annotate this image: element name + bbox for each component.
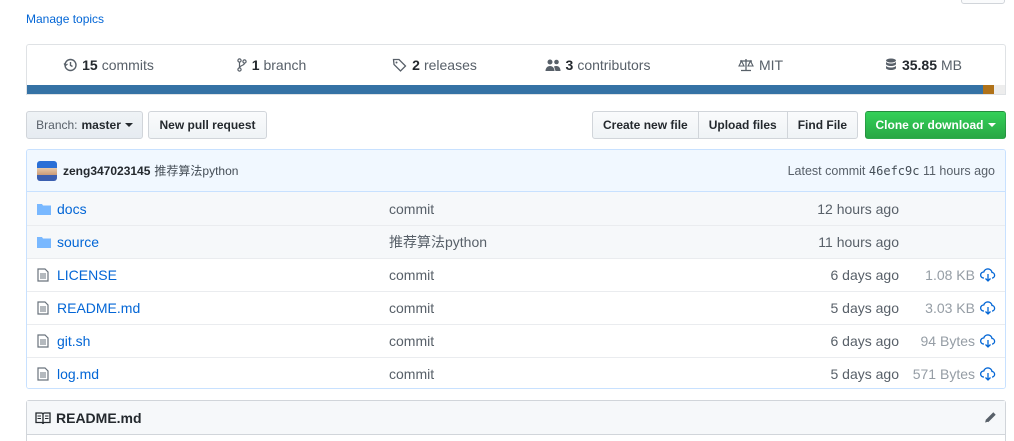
file-size: 94 Bytes bbox=[920, 333, 975, 349]
branch-select-value: master bbox=[81, 118, 121, 132]
create-new-file-button[interactable]: Create new file bbox=[592, 111, 699, 139]
language-segment[interactable] bbox=[982, 85, 995, 94]
file-navigation: Branch: master New pull request Create n… bbox=[26, 111, 1006, 139]
database-icon bbox=[885, 58, 897, 72]
commits-summary[interactable]: 15 commits bbox=[27, 57, 190, 73]
file-row[interactable]: docs commit 12 hours ago bbox=[27, 192, 1005, 225]
file-icon bbox=[37, 268, 51, 282]
commit-sha-link[interactable]: 46efc9c bbox=[869, 164, 920, 178]
readme-title: README.md bbox=[56, 409, 142, 426]
file-size: 3.03 KB bbox=[925, 300, 975, 316]
file-actions-group: Create new file Upload files Find File bbox=[592, 111, 859, 139]
file-age: 11 hours ago bbox=[818, 234, 899, 250]
branch-select-button[interactable]: Branch: master bbox=[26, 111, 143, 139]
commits-count: 15 bbox=[82, 57, 98, 73]
branches-label: branch bbox=[263, 57, 307, 73]
file-icon bbox=[37, 367, 51, 381]
file-name-link[interactable]: source bbox=[57, 234, 99, 250]
file-size: 1.08 KB bbox=[925, 267, 975, 283]
file-row[interactable]: LICENSE commit 6 days ago 1.08 KB bbox=[27, 258, 1005, 291]
contributors-count: 3 bbox=[565, 57, 574, 73]
file-age: 6 days ago bbox=[830, 267, 900, 283]
releases-label: releases bbox=[423, 57, 477, 73]
caret-down-icon bbox=[987, 123, 996, 127]
readme-header: README.md bbox=[27, 401, 1005, 435]
people-icon bbox=[545, 58, 561, 72]
file-list: docs commit 12 hours ago source 推荐算法python 11… bbox=[27, 192, 1005, 388]
file-age: 12 hours ago bbox=[817, 200, 899, 217]
repo-size-unit: MB bbox=[941, 57, 963, 73]
file-size: 571 Bytes bbox=[912, 366, 975, 382]
branches-count: 1 bbox=[251, 57, 260, 73]
releases-summary[interactable]: 2 releases bbox=[353, 57, 516, 73]
manage-topics-link[interactable]: Manage topics bbox=[26, 12, 104, 26]
contributors-summary[interactable]: 3 contributors bbox=[516, 57, 679, 73]
contributors-label: contributors bbox=[577, 57, 651, 73]
repo-size-summary: 35.85 MB bbox=[842, 57, 1005, 73]
book-icon bbox=[35, 411, 51, 425]
file-row[interactable]: log.md commit 5 days ago 571 Bytes bbox=[27, 357, 1005, 388]
file-row[interactable]: source 推荐算法python 11 hours ago bbox=[27, 225, 1005, 258]
download-icon[interactable] bbox=[980, 334, 996, 348]
file-commit-message-link[interactable]: commit bbox=[389, 366, 434, 382]
download-icon[interactable] bbox=[980, 268, 996, 282]
caret-down-icon bbox=[124, 123, 133, 127]
folder-icon bbox=[37, 236, 51, 248]
tag-icon bbox=[392, 58, 407, 72]
file-name-link[interactable]: docs bbox=[57, 201, 87, 217]
download-icon[interactable] bbox=[980, 301, 996, 315]
file-commit-message-link[interactable]: commit bbox=[389, 333, 434, 349]
clone-or-download-button[interactable]: Clone or download bbox=[865, 111, 1006, 139]
law-icon bbox=[738, 58, 754, 72]
file-commit-message-link[interactable]: commit bbox=[389, 300, 434, 316]
latest-commit-prefix: Latest commit bbox=[787, 163, 866, 178]
language-bar[interactable] bbox=[27, 85, 1005, 94]
branch-icon bbox=[236, 58, 247, 72]
file-commit-message-link[interactable]: commit bbox=[389, 201, 434, 217]
repo-size-value: 35.85 bbox=[901, 57, 938, 73]
branches-summary[interactable]: 1 branch bbox=[190, 57, 353, 73]
file-row[interactable]: README.md commit 5 days ago 3.03 KB bbox=[27, 291, 1005, 324]
file-row[interactable]: git.sh commit 6 days ago 94 Bytes bbox=[27, 324, 1005, 357]
releases-count: 2 bbox=[412, 57, 420, 73]
license-label: MIT bbox=[758, 57, 784, 73]
file-commit-message-link[interactable]: 推荐算法python bbox=[389, 232, 487, 252]
commit-age: 11 hours ago bbox=[922, 163, 995, 178]
file-age: 6 days ago bbox=[830, 333, 900, 349]
language-segment[interactable] bbox=[27, 85, 983, 94]
latest-commit-bar: zeng347023145 推荐算法python Latest commit 4… bbox=[27, 150, 1005, 192]
file-commit-message-link[interactable]: commit bbox=[389, 267, 434, 283]
language-segment[interactable] bbox=[994, 85, 1005, 94]
clone-or-download-label: Clone or download bbox=[875, 118, 984, 132]
file-name-link[interactable]: log.md bbox=[57, 366, 99, 382]
commit-message-link[interactable]: 推荐算法python bbox=[154, 162, 238, 179]
download-icon[interactable] bbox=[980, 367, 996, 381]
branch-select-label: Branch: bbox=[36, 118, 78, 132]
repo-summary: 15 commits 1 branch 2 releases 3 contrib… bbox=[26, 44, 1006, 95]
commits-label: commits bbox=[101, 57, 154, 73]
file-age: 5 days ago bbox=[830, 366, 900, 382]
file-name-link[interactable]: git.sh bbox=[57, 333, 90, 349]
upload-files-button[interactable]: Upload files bbox=[697, 111, 788, 139]
file-icon bbox=[37, 334, 51, 348]
find-file-button[interactable]: Find File bbox=[786, 111, 859, 139]
header-action-button[interactable] bbox=[961, 0, 1005, 4]
avatar[interactable] bbox=[37, 160, 57, 181]
file-icon bbox=[37, 301, 51, 315]
readme-panel: README.md bbox=[26, 400, 1006, 441]
file-name-link[interactable]: README.md bbox=[57, 300, 140, 316]
new-pull-request-button[interactable]: New pull request bbox=[148, 111, 267, 139]
file-age: 5 days ago bbox=[830, 300, 900, 316]
file-name-link[interactable]: LICENSE bbox=[57, 267, 117, 283]
license-summary[interactable]: MIT bbox=[679, 57, 842, 73]
history-icon bbox=[63, 58, 77, 72]
file-browser: zeng347023145 推荐算法python Latest commit 4… bbox=[26, 149, 1006, 389]
latest-commit-info: Latest commit 46efc9c 11 hours ago bbox=[788, 164, 995, 178]
pencil-icon[interactable] bbox=[983, 411, 997, 425]
folder-icon bbox=[37, 203, 51, 215]
commit-author-link[interactable]: zeng347023145 bbox=[63, 164, 150, 178]
